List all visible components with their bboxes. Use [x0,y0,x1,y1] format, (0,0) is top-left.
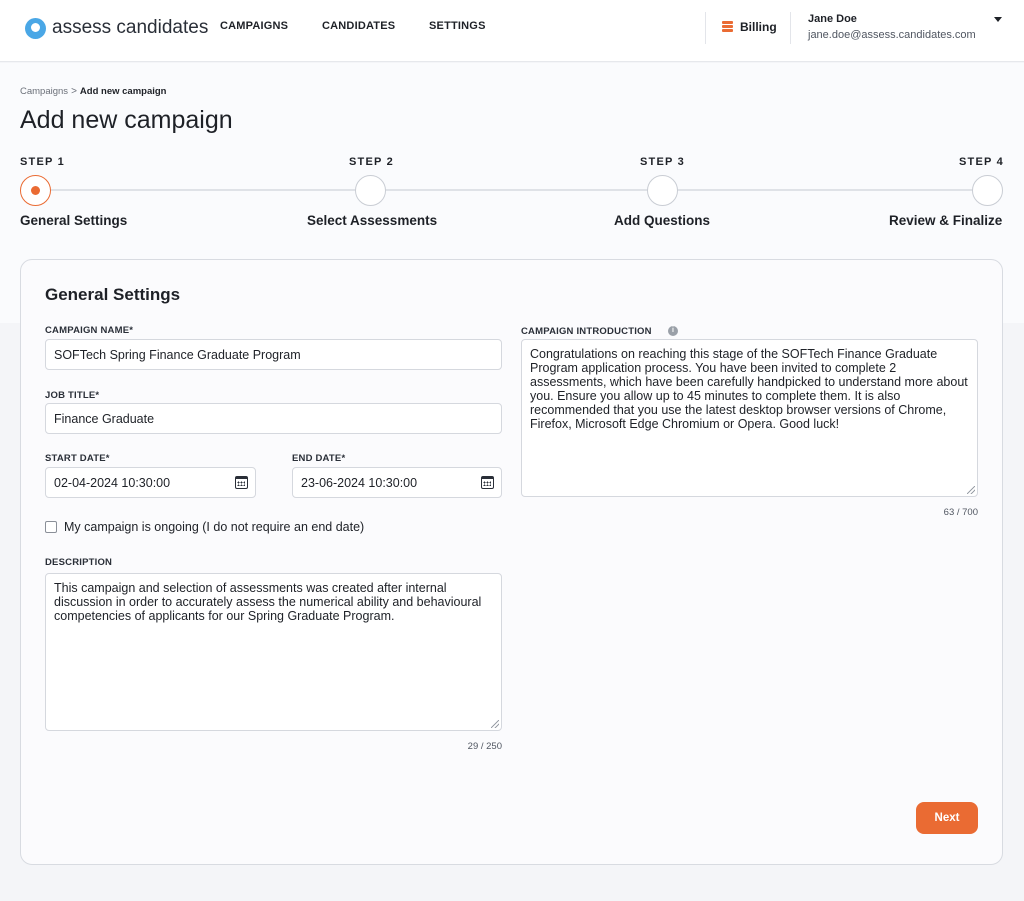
step-1-name: General Settings [20,213,128,228]
description-label: DESCRIPTION [45,557,113,568]
campaign-name-label: CAMPAIGN NAME* [45,325,134,336]
job-title-value: Finance Graduate [54,411,155,426]
divider [790,12,791,44]
start-date-input[interactable]: 02-04-2024 10:30:00 [45,467,256,498]
step-4-name: Review & Finalize [889,213,1003,228]
chevron-right-icon: > [71,86,77,97]
step-3-indicator[interactable] [647,175,678,206]
step-2-indicator[interactable] [355,175,386,206]
user-name: Jane Doe [808,13,857,25]
billing-label: Billing [740,20,777,34]
nav-settings[interactable]: SETTINGS [429,20,486,32]
campaign-introduction-value: Congratulations on reaching this stage o… [530,347,968,431]
description-value: This campaign and selection of assessmen… [54,581,482,623]
resize-handle-icon[interactable] [491,720,499,728]
ongoing-checkbox-row[interactable]: My campaign is ongoing (I do not require… [45,520,364,534]
calendar-icon[interactable] [481,476,494,489]
chevron-down-icon[interactable] [994,17,1002,22]
top-navigation-bar: assess candidates CAMPAIGNS CANDIDATES S… [0,0,1024,62]
user-email: jane.doe@assess.candidates.com [808,29,976,41]
start-date-value: 02-04-2024 10:30:00 [54,475,171,490]
step-1-indicator[interactable] [20,175,51,206]
billing-button[interactable]: Billing [722,20,777,34]
end-date-value: 23-06-2024 10:30:00 [301,475,418,490]
campaign-introduction-label: CAMPAIGN INTRODUCTION [521,326,652,337]
nav-campaigns[interactable]: CAMPAIGNS [220,20,288,32]
step-2-name: Select Assessments [307,213,438,228]
nav-candidates[interactable]: CANDIDATES [322,20,395,32]
ongoing-checkbox-label: My campaign is ongoing (I do not require… [64,520,365,534]
next-button[interactable]: Next [916,802,978,834]
end-date-label: END DATE* [292,453,346,464]
calendar-icon[interactable] [235,476,248,489]
step-3-label: STEP 3 [640,156,685,168]
end-date-input[interactable]: 23-06-2024 10:30:00 [292,467,502,498]
description-textarea[interactable]: This campaign and selection of assessmen… [45,573,502,731]
breadcrumb: Campaigns > Add new campaign [20,86,166,97]
breadcrumb-campaigns-link[interactable]: Campaigns [20,86,68,97]
brand-name: assess candidates [52,17,209,38]
step-4-label: STEP 4 [959,156,1004,168]
campaign-name-value: SOFTech Spring Finance Graduate Program [54,347,301,362]
job-title-input[interactable]: Finance Graduate [45,403,502,434]
description-char-counter: 29 / 250 [467,741,502,752]
info-icon[interactable]: i [668,326,678,336]
step-4-indicator[interactable] [972,175,1003,206]
page-title: Add new campaign [20,106,233,134]
start-date-label: START DATE* [45,453,110,464]
step-3-name: Add Questions [614,213,711,228]
campaign-name-input[interactable]: SOFTech Spring Finance Graduate Program [45,339,502,370]
step-1-label: STEP 1 [20,156,65,168]
brand-logo[interactable]: assess candidates [25,16,208,40]
card-title: General Settings [45,285,181,304]
divider [705,12,706,44]
stepper-track [35,189,987,191]
job-title-label: JOB TITLE* [45,390,100,401]
breadcrumb-current: Add new campaign [79,86,167,97]
stack-icon [722,21,734,33]
ongoing-checkbox[interactable] [45,521,57,533]
step-2-label: STEP 2 [349,156,394,168]
resize-handle-icon[interactable] [967,486,975,494]
logo-icon [25,17,46,39]
campaign-introduction-textarea[interactable]: Congratulations on reaching this stage o… [521,339,978,497]
introduction-char-counter: 63 / 700 [943,507,978,518]
